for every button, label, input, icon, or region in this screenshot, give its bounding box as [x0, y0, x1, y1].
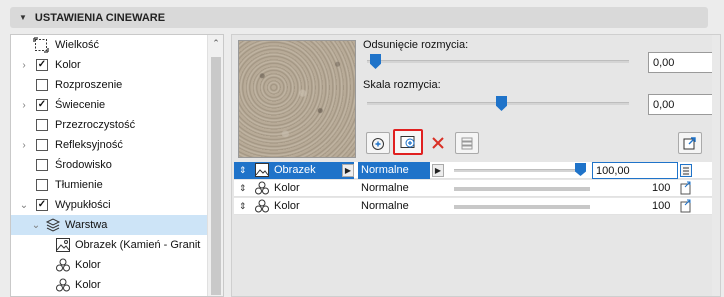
tree-item-color-layer[interactable]: Kolor	[11, 255, 207, 275]
expand-arrow-icon[interactable]: ›	[19, 60, 29, 71]
blend-mode-select[interactable]: Normalne	[358, 161, 430, 179]
texture-preview	[238, 40, 356, 158]
stack-layers-icon	[461, 137, 473, 150]
add-image-button[interactable]	[393, 129, 423, 155]
section-header[interactable]: ▼ USTAWIENIA CINEWARE	[10, 7, 708, 28]
tree-item-fog[interactable]: Tłumienie	[11, 175, 207, 195]
tree-item-color[interactable]: › ✓ Kolor	[11, 55, 207, 75]
image-icon	[55, 237, 71, 253]
expand-arrow-icon[interactable]: ›	[19, 100, 29, 111]
layer-options-button[interactable]	[455, 132, 479, 154]
channel-tree: Wielkość › ✓ Kolor Rozproszenie › ✓ Świe…	[10, 34, 224, 297]
opacity-value[interactable]: 100	[652, 182, 670, 194]
collapse-arrow-icon[interactable]: ⌄	[31, 220, 41, 231]
size-icon	[33, 37, 49, 53]
section-title: USTAWIENIA CINEWARE	[34, 11, 166, 24]
layer-row[interactable]: ⇕ Kolor Normalne 100	[234, 180, 720, 197]
tree-item-luminance[interactable]: › ✓ Świecenie	[11, 95, 207, 115]
tree-item-bump[interactable]: ⌄ ✓ Wypukłości	[11, 195, 207, 215]
blend-mode-select[interactable]: Normalne	[361, 182, 409, 194]
blur-offset-field[interactable]: 0,00	[648, 52, 714, 73]
layer-menu-icon[interactable]	[680, 199, 692, 216]
tree-item-layer[interactable]: ⌄ Warstwa	[11, 215, 207, 235]
tree-item-reflectance[interactable]: › Refleksyjność	[11, 135, 207, 155]
color-circles-icon	[254, 198, 270, 214]
opacity-field[interactable]: 100,00	[592, 162, 678, 179]
opacity-bar[interactable]	[454, 187, 590, 191]
add-image-icon	[400, 136, 415, 148]
blur-offset-label: Odsunięcie rozmycia:	[363, 39, 469, 51]
checkbox-diffusion[interactable]	[36, 79, 48, 91]
color-circles-icon	[55, 277, 71, 293]
tree-item-size[interactable]: Wielkość	[11, 35, 207, 55]
color-circles-icon	[55, 257, 71, 273]
layers-icon	[45, 217, 61, 233]
blend-mode-arrow[interactable]: ▶	[432, 164, 444, 177]
checkbox-transparency[interactable]	[36, 119, 48, 131]
opacity-thumb[interactable]	[575, 163, 586, 176]
add-shader-icon	[372, 138, 384, 150]
delete-layer-button[interactable]	[426, 132, 450, 154]
layer-menu-icon[interactable]	[680, 164, 692, 180]
layer-row[interactable]: ⇕ Obrazek ▶ Normalne ▶ 100,00	[234, 161, 720, 180]
collapse-triangle-icon[interactable]: ▼	[19, 13, 27, 22]
tree-item-environment[interactable]: Środowisko	[11, 155, 207, 175]
expand-arrow-icon[interactable]: ›	[19, 140, 29, 151]
tree-item-color-layer[interactable]: Kolor	[11, 275, 207, 295]
checkbox-reflectance[interactable]	[36, 139, 48, 151]
blur-scale-label: Skala rozmycia:	[363, 79, 441, 91]
panel-scrollbar[interactable]	[712, 35, 720, 296]
opacity-bar[interactable]	[454, 205, 590, 209]
image-icon	[254, 162, 270, 178]
checkbox-fog[interactable]	[36, 179, 48, 191]
layer-expand-button[interactable]: ▶	[342, 164, 354, 177]
collapse-arrow-icon[interactable]: ⌄	[19, 200, 29, 211]
scroll-up-icon[interactable]: ⌃	[208, 38, 224, 49]
blur-scale-thumb[interactable]	[496, 96, 507, 111]
tree-item-transparency[interactable]: Przezroczystość	[11, 115, 207, 135]
tree-item-image[interactable]: Obrazek (Kamień - Granit	[11, 235, 207, 255]
color-circles-icon	[254, 180, 270, 196]
blur-scale-field[interactable]: 0,00	[648, 94, 714, 115]
checkbox-luminance[interactable]: ✓	[36, 99, 48, 111]
checkbox-color[interactable]: ✓	[36, 59, 48, 71]
export-button[interactable]	[678, 132, 702, 154]
opacity-slider[interactable]	[454, 169, 584, 172]
add-shader-button[interactable]	[366, 132, 390, 154]
layer-menu-icon[interactable]	[680, 181, 692, 198]
blend-mode-select[interactable]: Normalne	[361, 200, 409, 212]
blur-offset-slider[interactable]	[367, 60, 629, 63]
reorder-arrows-icon[interactable]: ⇕	[239, 165, 247, 176]
blur-offset-thumb[interactable]	[370, 54, 381, 69]
checkbox-bump[interactable]: ✓	[36, 199, 48, 211]
tree-item-diffusion[interactable]: Rozproszenie	[11, 75, 207, 95]
layer-settings-panel: Odsunięcie rozmycia: 0,00 Skala rozmycia…	[231, 34, 721, 297]
layer-row[interactable]: ⇕ Kolor Normalne 100	[234, 198, 720, 215]
reorder-arrows-icon[interactable]: ⇕	[239, 183, 247, 194]
scrollbar-thumb[interactable]	[211, 57, 221, 295]
tree-scrollbar[interactable]: ⌃	[207, 35, 223, 296]
reorder-arrows-icon[interactable]: ⇕	[239, 201, 247, 212]
checkbox-environment[interactable]	[36, 159, 48, 171]
opacity-value[interactable]: 100	[652, 200, 670, 212]
delete-x-icon	[432, 137, 444, 149]
export-icon	[683, 137, 696, 150]
